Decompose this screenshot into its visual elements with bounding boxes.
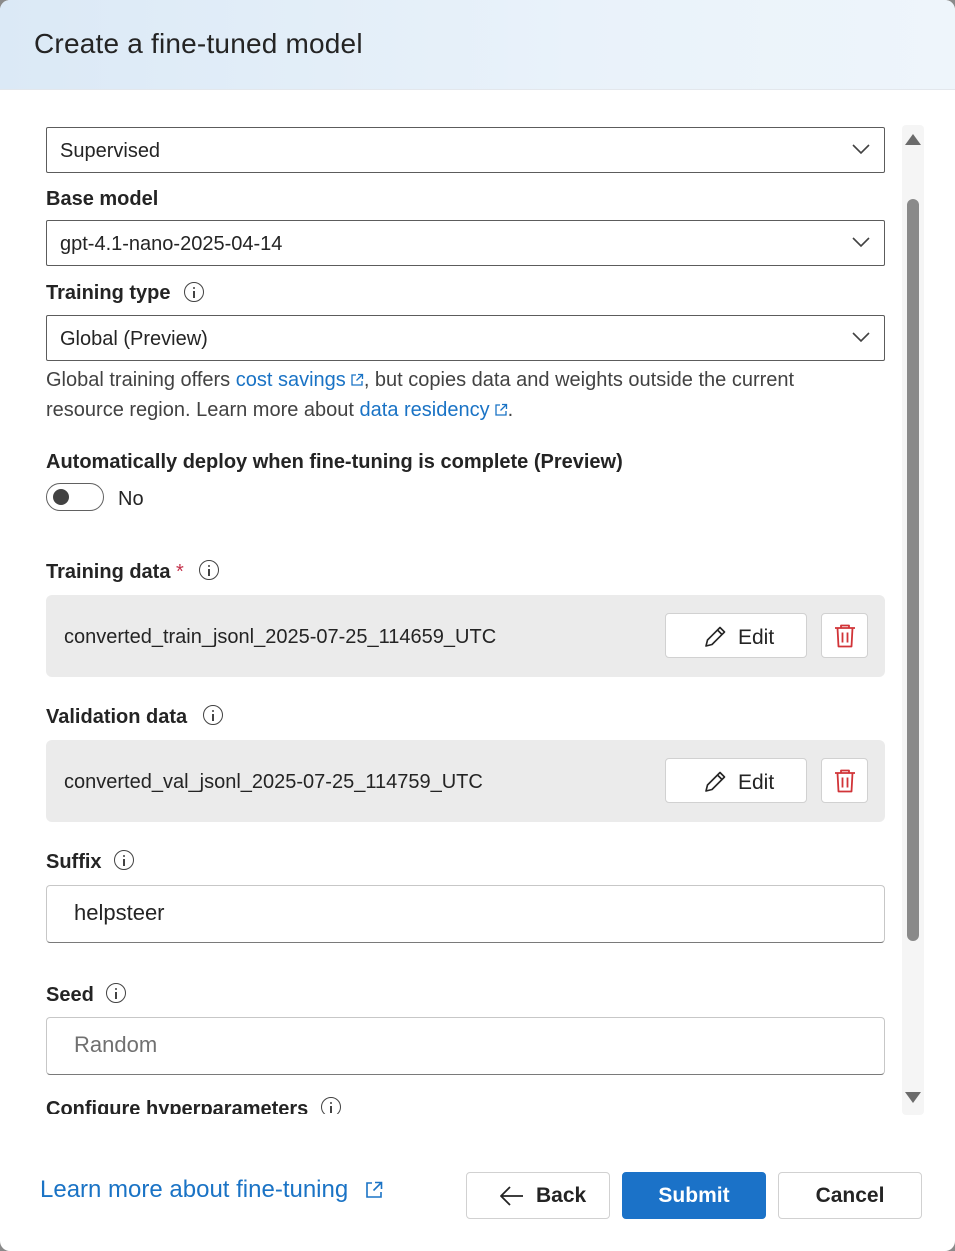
learn-more-text: Learn more about fine-tuning (40, 1176, 349, 1203)
auto-deploy-label: Automatically deploy when fine-tuning is… (46, 451, 623, 473)
chevron-down-icon (852, 144, 870, 155)
chevron-down-icon (852, 237, 870, 248)
info-icon[interactable] (106, 983, 126, 1003)
data-residency-link-text: data residency (359, 399, 490, 421)
training-type-help: Global training offers cost savings, but… (46, 365, 866, 425)
delete-validation-data-button[interactable] (821, 758, 868, 803)
training-data-file: converted_train_jsonl_2025-07-25_114659_… (46, 595, 885, 677)
suffix-input[interactable] (74, 900, 854, 926)
delete-training-data-button[interactable] (821, 613, 868, 658)
validation-data-file: converted_val_jsonl_2025-07-25_114759_UT… (46, 740, 885, 822)
learn-more-fine-tuning-link[interactable]: Learn more about fine-tuning (40, 1176, 383, 1204)
open-external-icon (351, 373, 363, 386)
back-label: Back (536, 1184, 587, 1207)
edit-training-data-button[interactable]: Edit (665, 613, 807, 658)
validation-data-label: Validation data (46, 706, 188, 728)
validation-file-name: converted_val_jsonl_2025-07-25_114759_UT… (64, 771, 483, 793)
dialog-title: Create a fine-tuned model (34, 28, 363, 59)
training-type-value: Global (Preview) (60, 328, 208, 350)
cost-savings-link-text: cost savings (235, 369, 346, 391)
training-data-label-text: Training data (46, 561, 171, 583)
edit-validation-data-button[interactable]: Edit (665, 758, 807, 803)
toggle-state-label: No (118, 488, 144, 510)
edit-label: Edit (738, 626, 775, 649)
dialog-content: Supervised Base model gpt-4.1-nano-2025-… (0, 90, 902, 1114)
arrow-left-icon (500, 1186, 523, 1206)
scrollbar-thumb[interactable] (907, 199, 919, 941)
help-text-3: . (507, 399, 514, 421)
info-icon[interactable] (203, 705, 223, 725)
training-file-name: converted_train_jsonl_2025-07-25_114659_… (64, 626, 497, 648)
hyperparameters-label: Configure hyperparameters (46, 1098, 309, 1114)
seed-label: Seed (46, 984, 94, 1006)
cost-savings-link[interactable]: cost savings (236, 369, 364, 391)
edit-label: Edit (738, 771, 775, 794)
fine-tune-dialog: Create a fine-tuned model Supervised Bas… (0, 0, 955, 1251)
method-select-value: Supervised (60, 140, 161, 162)
required-mark: * (176, 561, 184, 583)
base-model-select[interactable]: gpt-4.1-nano-2025-04-14 (46, 220, 885, 266)
training-type-label: Training type (46, 282, 171, 304)
base-model-label: Base model (46, 188, 159, 210)
training-type-select[interactable]: Global (Preview) (46, 315, 885, 361)
scroll-down-arrow-icon[interactable] (905, 1092, 921, 1103)
auto-deploy-toggle[interactable] (46, 483, 104, 511)
info-icon[interactable] (199, 560, 219, 580)
toggle-knob (53, 489, 69, 505)
base-model-value: gpt-4.1-nano-2025-04-14 (60, 233, 283, 255)
method-select[interactable]: Supervised (46, 127, 885, 173)
seed-input[interactable] (74, 1032, 854, 1058)
cancel-button[interactable]: Cancel (778, 1172, 922, 1219)
back-button[interactable]: Back (466, 1172, 610, 1219)
suffix-label: Suffix (46, 851, 102, 873)
seed-field[interactable] (46, 1017, 885, 1075)
pencil-icon (705, 771, 726, 792)
training-data-label: Training data * (46, 561, 184, 584)
open-external-icon (494, 403, 507, 416)
scroll-up-arrow-icon[interactable] (905, 134, 921, 145)
trash-icon (835, 769, 855, 793)
trash-icon (835, 624, 855, 648)
submit-button[interactable]: Submit (622, 1172, 766, 1219)
info-icon[interactable] (321, 1097, 341, 1114)
help-text-1: Global training offers (46, 369, 236, 391)
suffix-field[interactable] (46, 885, 885, 943)
dialog-header: Create a fine-tuned model (0, 0, 955, 90)
open-external-icon (366, 1181, 383, 1198)
chevron-down-icon (852, 332, 870, 343)
info-icon[interactable] (184, 282, 204, 302)
pencil-icon (705, 626, 726, 647)
data-residency-link[interactable]: data residency (360, 399, 508, 421)
info-icon[interactable] (114, 850, 134, 870)
